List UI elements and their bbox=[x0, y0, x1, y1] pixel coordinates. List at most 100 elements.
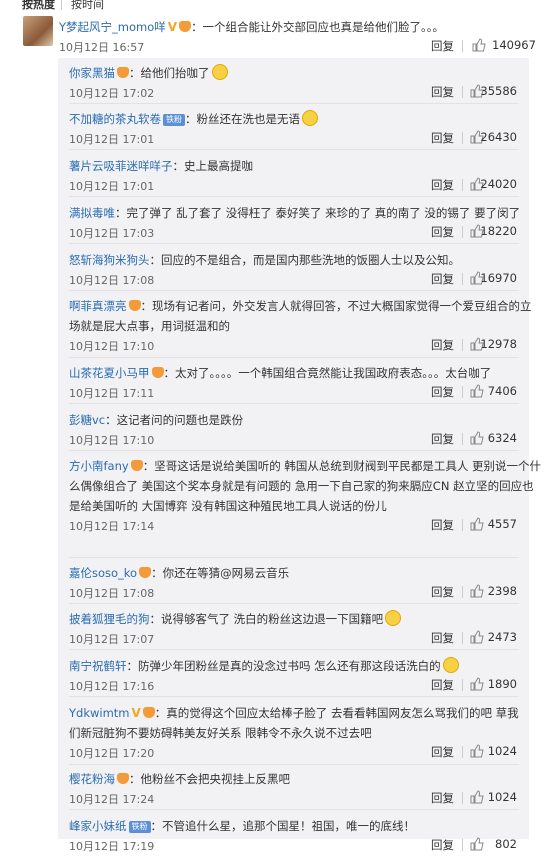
reply-text: 场就是屁大点事，用词挺温和的 bbox=[69, 319, 230, 333]
username-link[interactable]: 你家黑猫 bbox=[69, 66, 115, 80]
reply-text: ：真的觉得这个回应太给棒子脸了 去看看韩国网友怎么骂我们的吧 草我 bbox=[154, 706, 519, 720]
sort-by-time-tab[interactable]: 按时间 bbox=[71, 0, 104, 12]
sort-divider bbox=[61, 0, 62, 10]
thumbs-up-icon[interactable] bbox=[470, 584, 484, 598]
reply-text: 们新冠脏狗不要妨碍韩美友好关系 限韩令不永久说不过去吧 bbox=[69, 726, 372, 740]
fan-heart-icon bbox=[151, 367, 164, 378]
username-link[interactable]: 怒斩海狗米狗头 bbox=[69, 253, 150, 267]
emoji-icon bbox=[211, 64, 228, 80]
like-count: 12978 bbox=[480, 337, 517, 351]
reply-item: 方小南fany ：坚哥这话是说给美国听的 韩国从总统到财阀到平民都是工具人 更别说… bbox=[58, 451, 541, 558]
reply-item: 啊菲真漂亮 ：现场有记者问，外交发言人就得回答，不过大概国家觉得一个爱豆组合的立场… bbox=[58, 291, 532, 358]
reply-separator bbox=[69, 243, 519, 244]
thumbs-up-icon[interactable] bbox=[470, 630, 484, 644]
reply-button[interactable]: 回复 bbox=[431, 677, 454, 693]
reply-time: 10月12日 17:03 bbox=[69, 227, 155, 240]
thumbs-up-icon[interactable] bbox=[470, 677, 484, 691]
reply-text: ：他粉丝不会把央视挂上反黑吧 bbox=[129, 772, 290, 786]
username-link[interactable]: 薯片云吸菲迷咩咩子 bbox=[69, 159, 173, 173]
username-link[interactable]: 啊菲真漂亮 bbox=[69, 299, 127, 313]
reply-text-block: 彭糖vc：这记者问的问题也是跌份 bbox=[69, 410, 529, 430]
reply-item: 你家黑猫 ：给他们抬咖了 10月12日 17:02 回复 35586 bbox=[58, 58, 529, 104]
username-link[interactable]: 披着狐狸毛的狗 bbox=[69, 612, 150, 626]
verified-v-icon: V bbox=[167, 20, 178, 34]
reply-time: 10月12日 17:02 bbox=[69, 87, 155, 100]
reply-item: 满拟毒唯：完了弹了 乱了套了 没得枉了 泰好笑了 来珍的了 真的南了 没的锡了 … bbox=[58, 198, 529, 244]
fan-heart-icon bbox=[117, 773, 129, 784]
reply-button[interactable]: 回复 bbox=[431, 630, 454, 646]
thumbs-up-icon[interactable] bbox=[470, 384, 484, 398]
reply-time: 10月12日 17:11 bbox=[69, 387, 155, 400]
reply-separator bbox=[69, 809, 519, 810]
reply-text: 是给美国听的 大国博弈 没有韩国这种殖民地工具人说话的份儿 bbox=[69, 499, 387, 513]
reply-text-block: 披着狐狸毛的狗：说得够客气了 洗白的粉丝这边退一下国籍吧 bbox=[69, 609, 529, 629]
action-divider bbox=[462, 179, 463, 191]
thumbs-up-icon[interactable] bbox=[470, 744, 484, 758]
reply-button[interactable]: 回复 bbox=[431, 384, 454, 400]
username-link[interactable]: 彭糖vc bbox=[69, 413, 105, 427]
username-link[interactable]: 樱花粉海 bbox=[69, 772, 115, 786]
comment-time: 10月12日 16:57 bbox=[59, 41, 145, 54]
thumbs-up-icon[interactable] bbox=[470, 837, 484, 851]
like-count: 2398 bbox=[487, 584, 517, 598]
like-count: 1024 bbox=[487, 790, 517, 804]
action-divider bbox=[462, 839, 463, 851]
reply-button[interactable]: 回复 bbox=[431, 84, 454, 100]
reply-button[interactable]: 回复 bbox=[431, 337, 454, 353]
reply-button[interactable]: 回复 bbox=[431, 584, 454, 600]
reply-text-block: 山茶花夏小马甲 ：太对了。。。。一个韩国组合竟然能让我国政府表态。。。太台咖了 bbox=[69, 363, 529, 383]
thumbs-up-icon[interactable] bbox=[470, 790, 484, 804]
username-link[interactable]: 嘉伦soso_ko bbox=[69, 566, 137, 580]
reply-time: 10月12日 17:16 bbox=[69, 680, 155, 693]
fan-heart-icon bbox=[130, 460, 143, 471]
emoji-icon bbox=[385, 610, 402, 626]
reply-text: ：这记者问的问题也是跌份 bbox=[105, 413, 244, 427]
reply-button[interactable]: 回复 bbox=[431, 790, 454, 806]
reply-button[interactable]: 回复 bbox=[431, 38, 454, 54]
like-count: 4557 bbox=[487, 517, 517, 531]
thumbs-up-icon[interactable] bbox=[470, 517, 484, 531]
reply-time: 10月12日 17:01 bbox=[69, 133, 155, 146]
reply-button[interactable]: 回复 bbox=[431, 837, 454, 853]
like-count: 26430 bbox=[480, 130, 517, 144]
avatar[interactable] bbox=[23, 16, 53, 46]
action-divider bbox=[462, 273, 463, 285]
username-link[interactable]: 南宁祝鹤轩 bbox=[69, 659, 127, 673]
reply-button[interactable]: 回复 bbox=[431, 271, 454, 287]
username-link[interactable]: Ydkwimtm bbox=[69, 706, 130, 720]
reply-time: 10月12日 17:08 bbox=[69, 587, 155, 600]
main-comment: Y梦起风宁_momo咩 V ：一个组合能让外交部回应也真是给他们脸了。。。 10月1… bbox=[0, 12, 545, 58]
like-count: 1024 bbox=[487, 744, 517, 758]
username-link[interactable]: 满拟毒唯 bbox=[69, 206, 115, 220]
reply-text: ：粉丝还在洗也是无语 bbox=[185, 112, 300, 126]
username-link[interactable]: 方小南fany bbox=[69, 459, 129, 473]
reply-text-block: 你家黑猫 ：给他们抬咖了 bbox=[69, 63, 529, 83]
sort-bar: 按热度 按时间 bbox=[0, 0, 545, 12]
reply-button[interactable]: 回复 bbox=[431, 744, 454, 760]
action-divider bbox=[462, 519, 463, 531]
username-link[interactable]: 山茶花夏小马甲 bbox=[69, 366, 150, 380]
fan-heart-icon bbox=[117, 67, 129, 78]
username-link[interactable]: 不加糖的茶丸软卷 bbox=[69, 112, 161, 126]
reply-item: Ydkwimtm V ：真的觉得这个回应太给棒子脸了 去看看韩国网友怎么骂我们的吧 … bbox=[58, 698, 529, 765]
sort-by-hot-tab[interactable]: 按热度 bbox=[22, 0, 55, 12]
action-divider bbox=[462, 586, 463, 598]
thumbs-up-icon[interactable] bbox=[470, 431, 484, 445]
thumbs-up-icon[interactable] bbox=[472, 38, 486, 52]
username-link[interactable]: 峰家小妹纸 bbox=[69, 819, 127, 833]
reply-button[interactable]: 回复 bbox=[431, 224, 454, 240]
reply-button[interactable]: 回复 bbox=[431, 130, 454, 146]
action-divider bbox=[462, 339, 463, 351]
reply-text-block: 啊菲真漂亮 ：现场有记者问，外交发言人就得回答，不过大概国家觉得一个爱豆组合的立场… bbox=[69, 296, 532, 336]
reply-time: 10月12日 17:20 bbox=[69, 747, 155, 760]
reply-button[interactable]: 回复 bbox=[431, 431, 454, 447]
reply-button[interactable]: 回复 bbox=[431, 177, 454, 193]
username-link[interactable]: Y梦起风宁_momo咩 bbox=[59, 20, 166, 34]
reply-text: ：给他们抬咖了 bbox=[129, 66, 210, 80]
like-count: 24020 bbox=[480, 177, 517, 191]
fan-badge: 铁粉 bbox=[163, 114, 185, 126]
reply-text: ：完了弹了 乱了套了 没得枉了 泰好笑了 来珍的了 真的南了 没的锡了 要了闵了 bbox=[115, 206, 521, 220]
fan-heart-icon bbox=[179, 21, 192, 32]
like-count: 1890 bbox=[487, 677, 517, 691]
reply-button[interactable]: 回复 bbox=[431, 517, 454, 533]
